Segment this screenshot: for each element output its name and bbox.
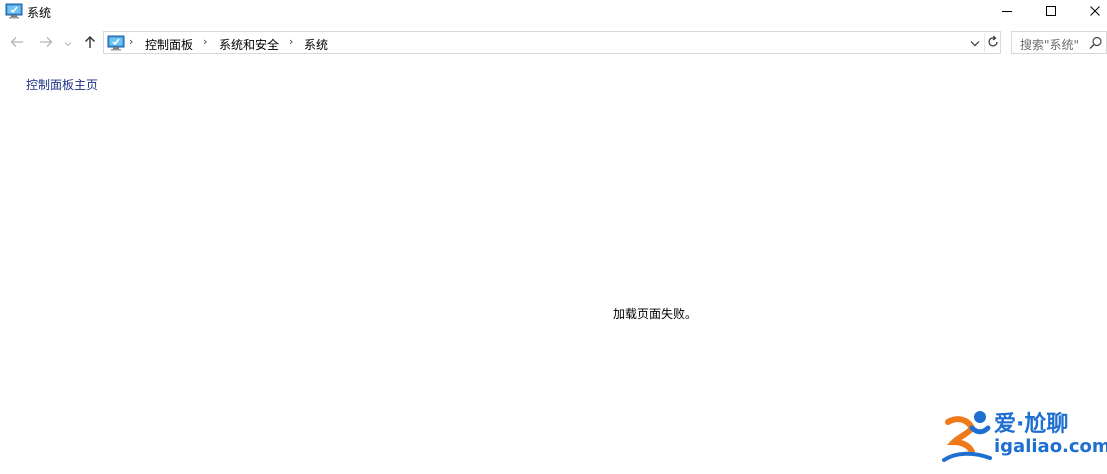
recent-locations-button[interactable] xyxy=(62,33,74,53)
runner-logo-icon xyxy=(942,408,992,464)
search-input[interactable]: 搜索"系统" xyxy=(1020,36,1079,53)
chevron-down-icon xyxy=(970,36,980,50)
close-icon xyxy=(1089,5,1101,20)
search-icon[interactable] xyxy=(1089,36,1103,50)
arrow-left-icon xyxy=(10,36,24,51)
breadcrumb-separator[interactable]: › xyxy=(289,35,293,48)
breadcrumb-system[interactable]: 系统 xyxy=(304,36,328,53)
title-bar: 系统 xyxy=(0,0,1107,24)
watermark-logo: 爱·尬聊 igaliao.com xyxy=(942,404,1107,468)
address-bar[interactable]: › 控制面板 › 系统和安全 › 系统 xyxy=(103,31,1001,54)
forward-button[interactable] xyxy=(37,33,55,53)
refresh-button[interactable] xyxy=(984,34,1000,52)
system-monitor-icon xyxy=(5,3,23,19)
load-error-message: 加载页面失败。 xyxy=(613,307,698,321)
minimize-button[interactable] xyxy=(984,0,1030,24)
breadcrumb-system-security[interactable]: 系统和安全 xyxy=(219,36,279,53)
watermark-title: 爱·尬聊 xyxy=(994,412,1069,437)
address-history-button[interactable] xyxy=(968,34,982,52)
navigation-bar: › 控制面板 › 系统和安全 › 系统 搜索"系统" xyxy=(0,31,1107,55)
chevron-down-icon xyxy=(64,36,72,50)
search-box[interactable]: 搜索"系统" xyxy=(1011,31,1107,54)
minimize-icon xyxy=(1001,5,1013,20)
breadcrumb-control-panel[interactable]: 控制面板 xyxy=(145,36,193,53)
window-title: 系统 xyxy=(27,6,52,20)
breadcrumb-separator[interactable]: › xyxy=(129,35,133,48)
maximize-button[interactable] xyxy=(1028,0,1074,24)
arrow-up-icon xyxy=(84,35,96,52)
system-monitor-icon xyxy=(107,35,125,51)
control-panel-home-link[interactable]: 控制面板主页 xyxy=(26,76,98,93)
watermark-url: igaliao.com xyxy=(994,436,1107,457)
back-button[interactable] xyxy=(8,33,26,53)
up-button[interactable] xyxy=(81,33,99,53)
close-button[interactable] xyxy=(1072,0,1107,24)
maximize-icon xyxy=(1045,5,1057,20)
refresh-icon xyxy=(987,35,999,51)
breadcrumb-separator[interactable]: › xyxy=(203,35,207,48)
arrow-right-icon xyxy=(39,36,53,51)
